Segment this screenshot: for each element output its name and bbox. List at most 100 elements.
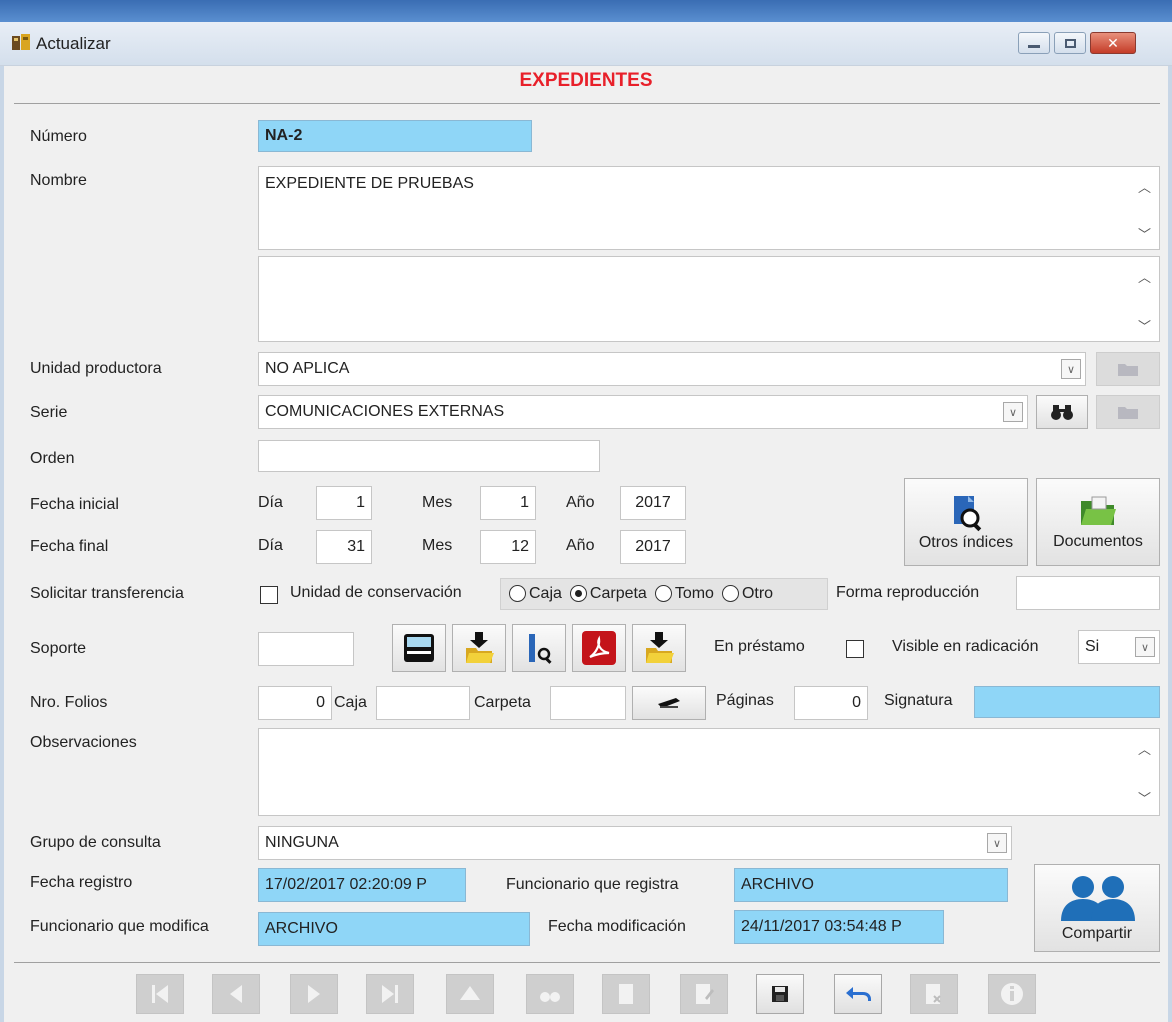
nombre-label: Nombre (30, 172, 87, 189)
edit-record-button[interactable] (680, 974, 728, 1014)
folder-icon (1118, 364, 1138, 376)
signatura-field[interactable] (974, 686, 1160, 718)
unidad-productora-select[interactable]: NO APLICA ∨ (258, 352, 1086, 386)
otros-indices-button[interactable]: Otros índices (904, 478, 1028, 566)
maximize-button[interactable] (1054, 32, 1086, 54)
compartir-button[interactable]: Compartir (1034, 864, 1160, 952)
save-button[interactable] (756, 974, 804, 1014)
minimize-icon (1028, 44, 1040, 48)
scroll-down-icon[interactable]: ﹀ (1138, 316, 1151, 335)
numero-label: Número (30, 128, 87, 145)
solicitar-transferencia-checkbox[interactable] (260, 586, 278, 604)
grupo-consulta-select[interactable]: NINGUNA ∨ (258, 826, 1012, 860)
unidad-productora-folder-button[interactable] (1096, 352, 1160, 386)
export-folder-button[interactable] (632, 624, 686, 672)
heading-divider (14, 103, 1160, 104)
fecha-modificacion-label: Fecha modificación (548, 918, 686, 935)
radio-circle (509, 585, 526, 603)
en-prestamo-checkbox[interactable] (846, 640, 864, 658)
serie-value: COMUNICACIONES EXTERNAS (265, 403, 505, 420)
app-icon (10, 32, 32, 59)
new-document-icon (619, 984, 633, 1004)
serie-folder-button[interactable] (1096, 395, 1160, 429)
unidad-conservacion-radio-group: Caja Carpeta Tomo Otro (500, 578, 828, 610)
fecha-final-anio-input[interactable]: 2017 (620, 530, 686, 564)
scan-button[interactable] (392, 624, 446, 672)
scroll-up-icon[interactable]: ︿ (1138, 739, 1151, 758)
fecha-final-dia-input[interactable]: 31 (316, 530, 372, 564)
scanner-icon (404, 634, 434, 662)
previous-record-button[interactable] (212, 974, 260, 1014)
radio-circle-selected (569, 585, 587, 603)
caja-input[interactable] (376, 686, 470, 720)
paginas-input[interactable]: 0 (794, 686, 868, 720)
orden-input[interactable] (258, 440, 600, 472)
fecha-final-mes-input[interactable]: 12 (480, 530, 536, 564)
nombre-textarea[interactable]: EXPEDIENTE DE PRUEBAS ︿ ﹀ (258, 166, 1160, 250)
stapler-button[interactable] (632, 686, 706, 720)
visible-radicacion-select[interactable]: Si ∨ (1078, 630, 1160, 664)
fecha-inicial-dia-label: Día (258, 494, 283, 511)
compartir-label: Compartir (1061, 925, 1133, 942)
import-folder-button[interactable] (452, 624, 506, 672)
delete-record-button[interactable] (910, 974, 958, 1014)
radio-carpeta[interactable]: Carpeta (569, 585, 647, 603)
fecha-registro-field: 17/02/2017 02:20:09 P (258, 868, 466, 902)
first-record-button[interactable] (136, 974, 184, 1014)
radio-circle (721, 585, 739, 603)
stapler-icon (658, 698, 680, 708)
next-record-button[interactable] (290, 974, 338, 1014)
unidad-conservacion-label: Unidad de conservación (290, 584, 462, 601)
scroll-down-icon[interactable]: ﹀ (1138, 224, 1151, 243)
radio-carpeta-label: Carpeta (589, 585, 647, 602)
fecha-inicial-anio-input[interactable]: 2017 (620, 486, 686, 520)
funcionario-registra-label: Funcionario que registra (506, 876, 679, 893)
radio-tomo[interactable]: Tomo (654, 585, 714, 603)
chevron-down-icon[interactable]: ∨ (1135, 637, 1155, 657)
document-view-icon (529, 634, 552, 664)
visible-radicacion-value: Si (1085, 638, 1100, 655)
chevron-down-icon[interactable]: ∨ (1003, 402, 1023, 422)
radio-tomo-label: Tomo (674, 585, 714, 602)
scroll-up-icon[interactable]: ︿ (1138, 177, 1151, 196)
new-record-button[interactable] (602, 974, 650, 1014)
info-button[interactable] (988, 974, 1036, 1014)
documentos-button[interactable]: Documentos (1036, 478, 1160, 566)
observaciones-textarea[interactable]: ︿ ﹀ (258, 728, 1160, 816)
pdf-button[interactable] (572, 624, 626, 672)
chevron-down-icon[interactable]: ∨ (987, 833, 1007, 853)
numero-field[interactable]: NA-2 (258, 120, 532, 152)
folder-arrow-icon (646, 632, 674, 663)
view-document-button[interactable] (512, 624, 566, 672)
chevron-down-icon[interactable]: ∨ (1061, 359, 1081, 379)
serie-search-button[interactable] (1036, 395, 1088, 429)
solicitar-transferencia-label: Solicitar transferencia (30, 585, 184, 602)
scroll-up-icon[interactable]: ︿ (1138, 267, 1151, 286)
minimize-button[interactable] (1018, 32, 1050, 54)
close-button[interactable]: ✕ (1090, 32, 1136, 54)
nro-folios-input[interactable]: 0 (258, 686, 332, 720)
undo-button[interactable] (834, 974, 882, 1014)
pdf-icon (582, 631, 616, 665)
unidad-productora-label: Unidad productora (30, 360, 162, 377)
radio-otro[interactable]: Otro (721, 585, 773, 603)
search-record-button[interactable] (526, 974, 574, 1014)
eject-button[interactable] (446, 974, 494, 1014)
first-icon (152, 985, 168, 1003)
carpeta-input[interactable] (550, 686, 626, 720)
serie-select[interactable]: COMUNICACIONES EXTERNAS ∨ (258, 395, 1028, 429)
forma-reproduccion-input[interactable] (1016, 576, 1160, 610)
radio-caja[interactable]: Caja (509, 585, 562, 603)
folder-arrow-icon (466, 632, 494, 663)
forma-reproduccion-label: Forma reproducción (836, 584, 980, 601)
fecha-modificacion-field: 24/11/2017 03:54:48 P (734, 910, 944, 944)
grupo-consulta-value: NINGUNA (265, 834, 339, 851)
nombre-second-textarea[interactable]: ︿ ﹀ (258, 256, 1160, 342)
fecha-inicial-dia-input[interactable]: 1 (316, 486, 372, 520)
soporte-input[interactable] (258, 632, 354, 666)
orden-label: Orden (30, 450, 75, 467)
soporte-label: Soporte (30, 640, 87, 657)
last-record-button[interactable] (366, 974, 414, 1014)
scroll-down-icon[interactable]: ﹀ (1138, 788, 1151, 807)
fecha-inicial-mes-input[interactable]: 1 (480, 486, 536, 520)
